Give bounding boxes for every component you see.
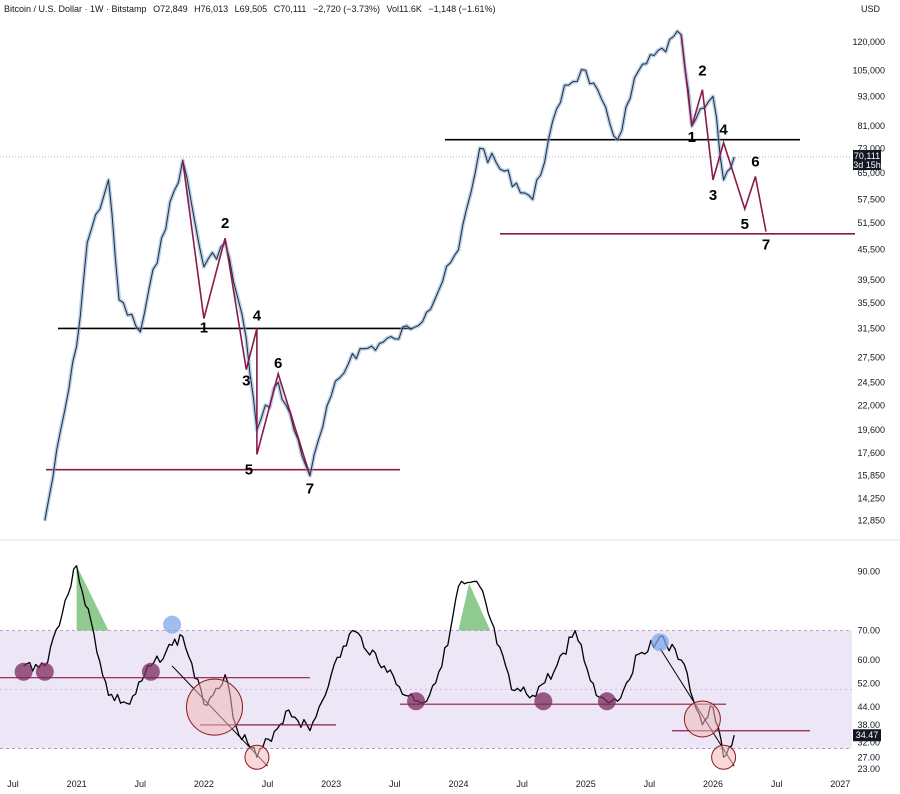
x-tick-13: Jul [771, 779, 783, 789]
price-tick-19: 14,250 [857, 493, 885, 503]
price-tick-3: 93,000 [857, 91, 885, 101]
price-tick-7: 57,500 [857, 194, 885, 204]
price-tick-14: 24,500 [857, 377, 885, 387]
wave-label-2-3: 3 [709, 187, 717, 204]
x-tick-2: 2021 [67, 779, 87, 789]
wave-label-2-2: 2 [698, 63, 706, 80]
rsi-badge-value: 34.47 [856, 730, 879, 740]
wave-label-1-4: 4 [253, 307, 262, 324]
rsi-highlight-4 [711, 744, 737, 770]
x-tick-6: 2023 [321, 779, 341, 789]
price-tick-4: 81,000 [857, 121, 885, 131]
x-tick-3: Jul [135, 779, 147, 789]
wave-label-1-3: 3 [242, 373, 250, 390]
price-series-shadow [42, 29, 737, 521]
wave-label-1-2: 2 [221, 215, 229, 232]
x-tick-12: 2026 [703, 779, 723, 789]
x-tick-8: 2024 [448, 779, 468, 789]
price-tick-8: 51,500 [857, 218, 885, 228]
wave-label-2-6: 6 [751, 154, 759, 171]
chart-canvas[interactable]: 1 2 3 4 5 6 7 1 2 3 4 5 6 7 120,000 105,000 93,000 81,00… [0, 0, 900, 794]
rsi-highlight-1 [186, 678, 244, 736]
price-tick-1: 120,000 [852, 37, 885, 47]
x-tick-14: 2027 [830, 779, 850, 789]
rsi-tick-9: 23.00 [857, 764, 880, 774]
x-tick-11: Jul [644, 779, 656, 789]
rsi-highlight-2 [244, 744, 270, 770]
wave-label-1-1: 1 [200, 319, 208, 336]
rsi-marker-8 [650, 633, 669, 652]
x-tick-9: Jul [516, 779, 528, 789]
rsi-marker-1 [14, 662, 33, 681]
wave-label-2-7: 7 [762, 237, 770, 254]
price-tick-17: 17,600 [857, 448, 885, 458]
rsi-marker-2 [35, 662, 54, 681]
rsi-tick-2: 70.00 [857, 626, 880, 636]
rsi-marker-3 [141, 662, 160, 681]
rsi-marker-4 [163, 615, 182, 634]
rsi-tick-5: 44.00 [857, 702, 880, 712]
price-tick-18: 15,850 [857, 471, 885, 481]
price-tick-12: 31,500 [857, 323, 885, 333]
rsi-overbought-fill-2 [458, 583, 491, 631]
rsi-tick-8: 27.00 [857, 752, 880, 762]
price-series-line [44, 30, 735, 521]
price-tick-9: 45,500 [857, 245, 885, 255]
wave-label-2-1: 1 [688, 129, 696, 146]
rsi-marker-6 [534, 692, 553, 711]
rsi-highlight-3 [683, 700, 721, 738]
wave-label-1-7: 7 [306, 481, 314, 498]
rsi-marker-5 [407, 692, 426, 711]
x-tick-5: Jul [262, 779, 274, 789]
rsi-tick-6: 38.00 [857, 720, 880, 730]
rsi-overbought-fill-1 [76, 565, 109, 631]
wave-label-1-5: 5 [245, 461, 253, 478]
rsi-tick-3: 60.00 [857, 655, 880, 665]
price-tick-10: 39,500 [857, 275, 885, 285]
price-tick-11: 35,500 [857, 298, 885, 308]
x-tick-1: Jul [7, 779, 19, 789]
x-tick-4: 2022 [194, 779, 214, 789]
wave-label-2-4: 4 [719, 122, 728, 139]
wave-label-1-6: 6 [274, 355, 282, 372]
rsi-tick-4: 52.00 [857, 679, 880, 689]
rsi-tick-1: 90.00 [857, 567, 880, 577]
price-tick-20: 12,850 [857, 516, 885, 526]
price-tick-13: 27,500 [857, 353, 885, 363]
wave-label-2-5: 5 [741, 216, 749, 233]
price-badge-countdown: 3d 15h [853, 160, 881, 170]
price-tick-15: 22,000 [857, 400, 885, 410]
price-tick-2: 105,000 [852, 65, 885, 75]
x-tick-10: 2025 [576, 779, 596, 789]
wave-path-2022 [181, 160, 311, 476]
price-tick-16: 19,600 [857, 425, 885, 435]
x-tick-7: Jul [389, 779, 401, 789]
rsi-marker-7 [597, 692, 616, 711]
